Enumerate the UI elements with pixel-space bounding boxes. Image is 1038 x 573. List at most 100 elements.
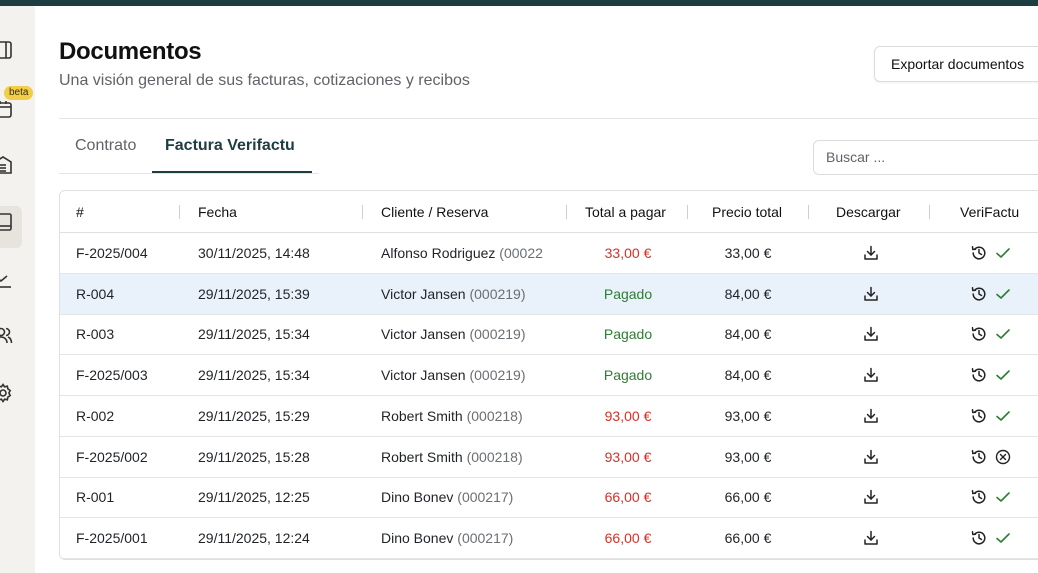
tab-contrato[interactable]: Contrato	[75, 137, 136, 155]
column-header-amount-due[interactable]: Total a pagar	[585, 204, 666, 220]
client-name: Robert Smith	[381, 407, 463, 424]
column-header-date[interactable]: Fecha	[198, 204, 237, 220]
client-name: Dino Bonev	[381, 489, 454, 506]
reservation-code: (000218)	[466, 407, 523, 424]
document-number: F-2025/002	[76, 448, 148, 465]
document-date: 30/11/2025, 14:48	[198, 245, 310, 261]
reservation-code: (000217)	[457, 489, 514, 506]
column-separator[interactable]	[179, 205, 180, 219]
total-price: 66,00 €	[724, 489, 772, 506]
document-date: 29/11/2025, 12:24	[198, 529, 310, 546]
main-content: Documentos Una visión general de sus fac…	[35, 6, 1038, 573]
document-number: F-2025/004	[76, 245, 148, 261]
history-icon[interactable]	[970, 529, 988, 547]
reservation-code: (000219)	[469, 367, 526, 384]
search-input[interactable]: Buscar ...	[813, 140, 1038, 175]
column-header-id[interactable]: #	[76, 204, 84, 220]
check-icon	[994, 407, 1012, 425]
total-price: 84,00 €	[724, 367, 772, 384]
download-icon[interactable]	[862, 366, 880, 384]
documents-table: # Fecha Cliente / Reserva Total a pagar …	[59, 190, 1038, 560]
document-date: 29/11/2025, 15:28	[198, 448, 310, 465]
client-reservation: Alfonso Rodriguez (00022	[381, 245, 557, 261]
column-header-total-price[interactable]: Precio total	[712, 204, 782, 220]
document-number: R-004	[76, 285, 115, 302]
client-reservation: Victor Jansen (000219)	[381, 286, 557, 302]
total-price: 33,00 €	[724, 245, 772, 261]
document-date: 29/11/2025, 15:29	[198, 407, 310, 424]
history-icon[interactable]	[970, 325, 988, 343]
table-row[interactable]: F-2025/003 29/11/2025, 15:34 Victor Jansen…	[60, 355, 1038, 397]
download-icon[interactable]	[862, 529, 880, 547]
table-row[interactable]: F-2025/002 29/11/2025, 15:28 Robert Smith …	[60, 437, 1038, 478]
document-number: R-002	[76, 407, 115, 424]
document-number: R-001	[76, 489, 115, 506]
history-icon[interactable]	[970, 285, 988, 303]
client-reservation: Victor Jansen (000219)	[381, 367, 557, 383]
table-header: # Fecha Cliente / Reserva Total a pagar …	[60, 191, 1038, 233]
total-price: 93,00 €	[724, 407, 772, 424]
amount-due: Pagado	[603, 367, 653, 384]
download-icon[interactable]	[862, 488, 880, 506]
export-documents-button[interactable]: Exportar documentos	[874, 46, 1038, 82]
history-icon[interactable]	[970, 488, 988, 506]
download-icon[interactable]	[862, 407, 880, 425]
table-row[interactable]: F-2025/004 30/11/2025, 14:48 Alfonso Rodri…	[60, 233, 1038, 274]
download-icon[interactable]	[862, 448, 880, 466]
reservation-code: (000219)	[469, 326, 526, 343]
check-icon	[994, 285, 1012, 303]
users-icon[interactable]	[0, 324, 14, 346]
download-icon[interactable]	[862, 244, 880, 262]
document-number: F-2025/003	[76, 367, 148, 384]
document-date: 29/11/2025, 15:39	[198, 285, 310, 302]
history-icon[interactable]	[970, 244, 988, 262]
history-icon[interactable]	[970, 448, 988, 466]
column-separator[interactable]	[362, 205, 363, 219]
download-icon[interactable]	[862, 325, 880, 343]
check-icon	[994, 488, 1012, 506]
column-separator[interactable]	[687, 205, 688, 219]
document-number: R-003	[76, 326, 115, 343]
table-row[interactable]: R-003 29/11/2025, 15:34 Victor Jansen (000…	[60, 314, 1038, 356]
document-date: 29/11/2025, 12:25	[198, 489, 310, 506]
document-icon[interactable]	[0, 211, 14, 233]
total-price: 84,00 €	[724, 326, 772, 343]
building-icon[interactable]	[0, 154, 14, 176]
column-separator[interactable]	[808, 205, 809, 219]
client-name: Dino Bonev	[381, 529, 454, 546]
error-circle-icon	[994, 448, 1012, 466]
amount-due: 66,00 €	[604, 529, 652, 546]
client-name: Victor Jansen	[381, 285, 466, 302]
amount-due: 33,00 €	[604, 245, 652, 261]
table-row[interactable]: R-001 29/11/2025, 12:25 Dino Bonev (000217…	[60, 477, 1038, 519]
history-icon[interactable]	[970, 366, 988, 384]
sidebar: beta	[0, 6, 35, 573]
column-header-client[interactable]: Cliente / Reserva	[381, 204, 488, 220]
check-icon	[994, 325, 1012, 343]
reservation-code: (000217)	[457, 529, 514, 546]
amount-due: 93,00 €	[604, 448, 652, 465]
book-icon[interactable]	[0, 39, 14, 61]
calendar-icon[interactable]	[0, 98, 14, 120]
reservation-code: (00022	[499, 245, 543, 261]
client-reservation: Dino Bonev (000217)	[381, 489, 557, 505]
table-row[interactable]: R-002 29/11/2025, 15:29 Robert Smith (0002…	[60, 396, 1038, 437]
table-row[interactable]: R-004 29/11/2025, 15:39 Victor Jansen (000…	[60, 273, 1038, 315]
table-row[interactable]: F-2025/001 29/11/2025, 12:24 Dino Bonev (0…	[60, 518, 1038, 559]
column-header-verifactu[interactable]: VeriFactu	[960, 204, 1019, 220]
column-separator[interactable]	[929, 205, 930, 219]
total-price: 93,00 €	[724, 448, 772, 465]
gear-icon[interactable]	[0, 382, 14, 404]
amount-due: Pagado	[603, 326, 653, 343]
download-icon[interactable]	[862, 285, 880, 303]
client-name: Victor Jansen	[381, 326, 466, 343]
column-separator[interactable]	[566, 205, 567, 219]
tabs-baseline	[59, 173, 319, 174]
column-header-download[interactable]: Descargar	[836, 204, 901, 220]
chart-icon[interactable]	[0, 269, 14, 291]
amount-due: Pagado	[603, 285, 653, 302]
client-name: Alfonso Rodriguez	[381, 245, 496, 261]
total-price: 84,00 €	[724, 285, 772, 302]
tab-factura-verifactu[interactable]: Factura Verifactu	[165, 137, 295, 155]
history-icon[interactable]	[970, 407, 988, 425]
